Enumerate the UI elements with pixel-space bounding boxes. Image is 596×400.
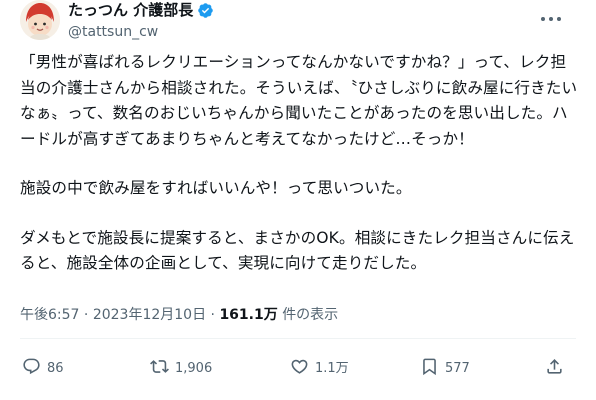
author-block: たっつん 介護部長 @tattsun_cw <box>68 0 214 44</box>
more-options-icon[interactable] <box>540 8 562 21</box>
handle[interactable]: @tattsun_cw <box>68 22 214 42</box>
retweet-button[interactable]: 1,906 <box>150 356 212 380</box>
like-button[interactable]: 1.1万 <box>290 356 349 380</box>
reply-count: 86 <box>47 360 64 376</box>
bookmark-count-button[interactable]: 577 <box>420 356 470 380</box>
tweet-paragraph: ダメもとで施設長に提案すると、まさかのOK。相談にきたレク担当さんに伝えると、施… <box>20 228 575 273</box>
bookmark-count: 577 <box>445 360 470 376</box>
reply-icon <box>22 357 41 380</box>
tweet-meta: 午後6:57 · 2023年12月10日 · 161.1万 件の表示 <box>20 305 338 325</box>
views-count: 161.1万 <box>219 307 278 323</box>
tweet-paragraph: 施設の中で飲み屋をすればいいんや！って思いついた。 <box>20 179 412 197</box>
share-icon <box>545 357 564 380</box>
meta-separator: · <box>210 307 215 323</box>
like-count: 1.1万 <box>315 360 349 376</box>
views-label: 件の表示 <box>282 307 339 323</box>
bookmark-icon <box>420 357 439 380</box>
post-time[interactable]: 午後6:57 <box>20 307 79 323</box>
tweet-text: 「男性が喜ばれるレクリエーションってなんかないですかね？」って、レク担当の介護士… <box>20 50 580 277</box>
heart-icon <box>290 357 309 380</box>
divider <box>20 338 576 339</box>
avatar-illustration <box>20 0 60 40</box>
share-button[interactable] <box>545 356 564 380</box>
retweet-icon <box>150 357 169 380</box>
post-date[interactable]: 2023年12月10日 <box>93 307 206 323</box>
avatar[interactable] <box>20 0 60 40</box>
meta-separator: · <box>83 307 89 323</box>
verified-badge-icon <box>197 2 214 19</box>
retweet-count: 1,906 <box>175 360 213 376</box>
display-name-row: たっつん 介護部長 <box>68 0 214 20</box>
display-name[interactable]: たっつん 介護部長 <box>68 0 193 20</box>
action-bar: 86 1,906 1.1万 577 <box>0 356 596 380</box>
tweet: たっつん 介護部長 @tattsun_cw 「男性が喜ばれるレクリエーションって… <box>0 0 596 400</box>
reply-button[interactable]: 86 <box>22 356 64 380</box>
tweet-paragraph: 「男性が喜ばれるレクリエーションってなんかないですかね？」って、レク担当の介護士… <box>20 53 578 148</box>
